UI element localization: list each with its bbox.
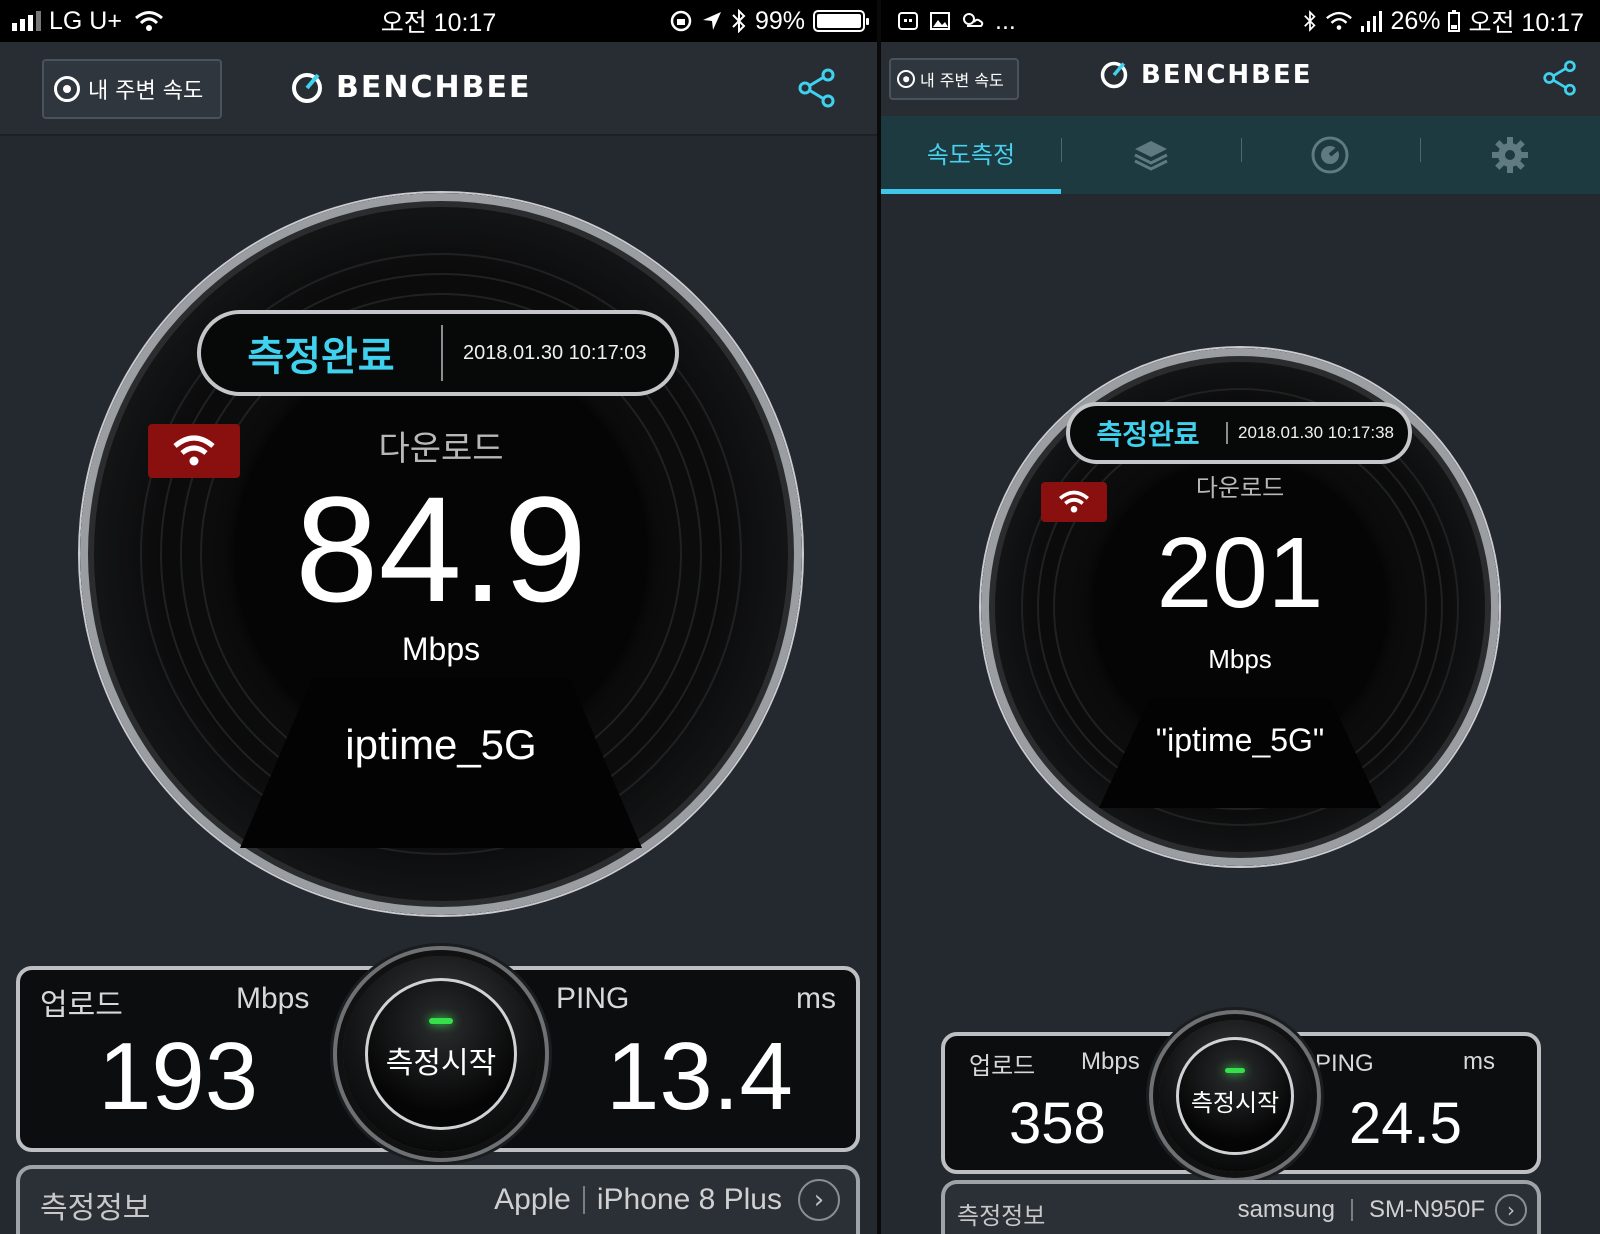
tab-speed-test-label: 속도측정 bbox=[926, 141, 1016, 169]
device-model: iPhone 8 Plus bbox=[596, 1183, 782, 1216]
download-speed-value: 84.9 bbox=[295, 465, 587, 633]
start-measure-button[interactable]: 측정시작 bbox=[1159, 1020, 1311, 1172]
share-icon[interactable] bbox=[797, 68, 837, 108]
signal-icon bbox=[1361, 10, 1383, 32]
app-header: 내 주변 속도 BENCHBEE bbox=[881, 42, 1600, 116]
signal-icon bbox=[12, 11, 41, 31]
nearby-speed-label: 내 주변 속도 bbox=[920, 71, 1004, 90]
upload-value: 193 bbox=[98, 1023, 259, 1130]
speed-gauge: 다운로드 84.9 Mbps iptime_5G bbox=[80, 193, 802, 915]
carrier-name: LG U+ bbox=[49, 6, 122, 35]
ping-label: PING bbox=[1315, 1050, 1374, 1077]
speed-unit: Mbps bbox=[1208, 644, 1272, 674]
gauge-icon bbox=[1311, 136, 1349, 174]
chevron-right-icon[interactable]: › bbox=[798, 1179, 840, 1221]
calendar-icon bbox=[898, 12, 918, 30]
start-measure-label: 측정시작 bbox=[1190, 1088, 1280, 1117]
measure-datetime: 2018.01.30 10:17:03 bbox=[463, 341, 647, 364]
logo-gauge-icon bbox=[1100, 61, 1128, 89]
battery-percent: 26% bbox=[1390, 6, 1441, 35]
battery-icon bbox=[1448, 10, 1461, 32]
upload-unit: Mbps bbox=[236, 982, 310, 1015]
logo-gauge-icon bbox=[292, 72, 322, 103]
chevron-right-icon[interactable]: › bbox=[1495, 1194, 1527, 1226]
upload-label: 업로드 bbox=[969, 1052, 1036, 1080]
nearby-speed-button[interactable]: 내 주변 속도 bbox=[889, 58, 1019, 100]
nearby-speed-button[interactable]: 내 주변 속도 bbox=[42, 59, 222, 119]
measure-datetime: 2018.01.30 10:17:38 bbox=[1238, 423, 1394, 442]
share-icon[interactable] bbox=[1542, 60, 1578, 96]
main-tabs: 속도측정 bbox=[881, 116, 1600, 194]
weather-icon bbox=[963, 13, 984, 27]
wifi-type-badge bbox=[148, 424, 240, 478]
status-time: 오전 10:17 bbox=[1468, 9, 1584, 37]
device-maker: Apple bbox=[494, 1183, 571, 1216]
device-info-label: 측정정보 bbox=[40, 1191, 151, 1226]
wifi-icon bbox=[173, 435, 215, 466]
battery-percent: 99% bbox=[754, 6, 805, 35]
ping-unit: ms bbox=[1463, 1048, 1495, 1075]
ping-label: PING bbox=[556, 982, 630, 1015]
wifi-icon bbox=[1059, 490, 1089, 513]
layers-icon bbox=[1133, 141, 1168, 171]
wifi-icon bbox=[1326, 11, 1353, 30]
measure-complete-label: 측정완료 bbox=[1096, 418, 1200, 451]
tab-settings[interactable] bbox=[1420, 116, 1600, 194]
device-model: SM-N950F bbox=[1368, 1196, 1485, 1223]
ping-value: 13.4 bbox=[606, 1023, 793, 1130]
benchbee-logo: BENCHBEE bbox=[290, 70, 531, 105]
device-info-bar[interactable]: 측정정보 samsung SM-N950F › bbox=[941, 1180, 1541, 1234]
bluetooth-icon bbox=[1304, 10, 1317, 32]
logo-text: BENCHBEE bbox=[1141, 60, 1313, 90]
measure-complete-label: 측정완료 bbox=[247, 334, 395, 380]
upload-unit: Mbps bbox=[1081, 1048, 1140, 1075]
wifi-icon bbox=[134, 11, 163, 31]
nearby-speed-label: 내 주변 속도 bbox=[88, 79, 204, 104]
info-divider bbox=[1350, 1199, 1353, 1221]
tab-stats[interactable] bbox=[1240, 116, 1421, 194]
network-name: "iptime_5G" bbox=[1155, 722, 1325, 758]
app-header: 내 주변 속도 BENCHBEE bbox=[0, 42, 877, 136]
start-measure-button[interactable]: 측정시작 bbox=[343, 956, 539, 1152]
status-bar: ... 26% 오전 10:17 bbox=[881, 0, 1600, 42]
result-badge: 측정완료 2018.01.30 10:17:38 bbox=[1066, 402, 1412, 464]
location-target-icon bbox=[54, 76, 80, 102]
battery-icon bbox=[813, 10, 869, 32]
download-speed-value: 201 bbox=[1156, 517, 1324, 629]
tab-history[interactable] bbox=[1060, 116, 1241, 194]
gallery-icon bbox=[930, 12, 950, 30]
wifi-type-badge bbox=[1041, 482, 1107, 522]
upload-label: 업로드 bbox=[40, 988, 123, 1023]
benchbee-logo: BENCHBEE bbox=[1099, 60, 1313, 90]
status-led bbox=[429, 1018, 453, 1024]
device-info-bar[interactable]: 측정정보 Apple iPhone 8 Plus › bbox=[16, 1165, 860, 1234]
network-name: iptime_5G bbox=[345, 721, 537, 768]
gear-icon bbox=[1492, 137, 1529, 173]
info-divider bbox=[582, 1186, 585, 1214]
start-measure-label: 측정시작 bbox=[385, 1046, 497, 1081]
ping-unit: ms bbox=[796, 982, 836, 1015]
logo-text: BENCHBEE bbox=[336, 70, 532, 105]
rotation-lock-icon bbox=[670, 10, 692, 32]
status-bar: LG U+ 오전 10:17 99% bbox=[0, 0, 877, 42]
device-maker: samsung bbox=[1237, 1196, 1335, 1223]
bluetooth-icon bbox=[732, 9, 746, 33]
ping-value: 24.5 bbox=[1349, 1091, 1462, 1156]
tab-speed-test[interactable]: 속도측정 bbox=[881, 116, 1061, 194]
location-target-icon bbox=[897, 70, 915, 88]
android-screen: ... 26% 오전 10:17 내 주변 속도 BENCHBEE 속도측정 다… bbox=[881, 0, 1600, 1234]
location-icon bbox=[702, 12, 721, 30]
device-info-label: 측정정보 bbox=[957, 1202, 1046, 1230]
iphone-screen: LG U+ 오전 10:17 99% 내 주변 속도 BENCHBEE 다운로드… bbox=[0, 0, 877, 1234]
more-notifications: ... bbox=[995, 6, 1016, 35]
upload-value: 358 bbox=[1009, 1091, 1106, 1156]
result-badge: 측정완료 2018.01.30 10:17:03 bbox=[197, 310, 679, 396]
speed-unit: Mbps bbox=[401, 631, 481, 667]
status-led bbox=[1225, 1068, 1245, 1073]
